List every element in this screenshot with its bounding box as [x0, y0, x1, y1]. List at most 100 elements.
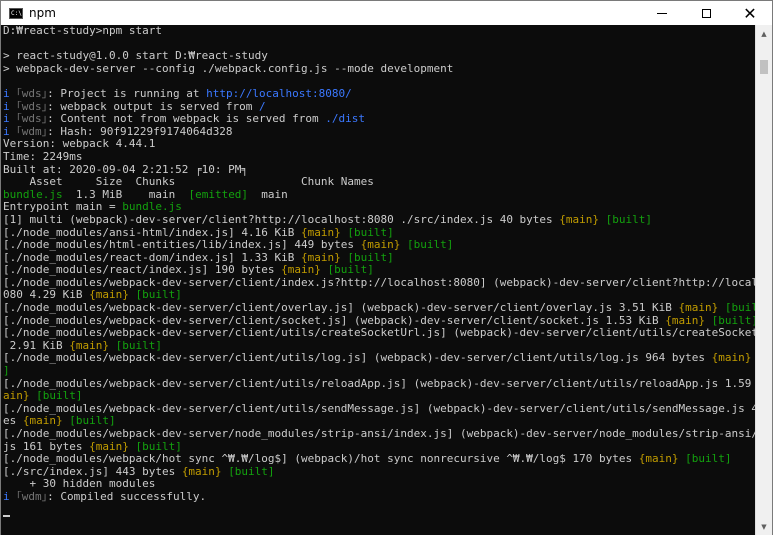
maximize-icon[interactable] [684, 1, 728, 25]
terminal-text-segment: es [3, 415, 23, 428]
terminal-text-segment: [built] [135, 289, 182, 302]
terminal-line: [./node_modules/webpack-dev-server/clien… [3, 277, 756, 290]
terminal-text-segment: [./node_modules/webpack-dev-server/clien… [3, 377, 756, 390]
terminal-text-segment: [./node_modules/webpack-dev-server/clien… [3, 327, 756, 340]
terminal-text-segment: ] [3, 365, 10, 378]
terminal-text-segment: {main} [69, 339, 109, 352]
terminal-text-segment: ｢wds｣ [16, 113, 48, 126]
terminal-line: > react-study@1.0.0 start D:₩react-study [3, 50, 756, 63]
terminal-text-segment: [built] [115, 339, 162, 352]
terminal-line: [./node_modules/webpack-dev-server/clien… [3, 378, 756, 391]
terminal-text-segment: [./node_modules/webpack-dev-server/clien… [3, 402, 756, 415]
terminal-text-segment: Asset Size Chunks Chunk Names [3, 176, 374, 189]
terminal-line: i ｢wds｣: Content not from webpack is ser… [3, 113, 756, 126]
terminal-text-segment: {main} [22, 415, 63, 428]
text-cursor [3, 515, 10, 517]
vertical-scrollbar[interactable]: ▲ ▼ [755, 25, 772, 535]
terminal-text-segment: [./node_modules/webpack-dev-server/clien… [3, 302, 679, 315]
terminal-text-segment: [built] [135, 440, 182, 453]
terminal-text-segment: 1.3 MiB main [62, 188, 189, 201]
terminal-line: [./node_modules/webpack-dev-server/clien… [3, 403, 756, 416]
terminal-line: [./node_modules/react-dom/index.js] 1.33… [3, 252, 756, 265]
terminal-text-segment: [built] [36, 390, 83, 403]
scroll-up-icon[interactable]: ▲ [756, 25, 772, 42]
terminal-line: [./node_modules/webpack-dev-server/clien… [3, 327, 756, 340]
terminal-text-segment: ｢wdm｣ [16, 125, 48, 138]
terminal-line: ain} [built] [3, 390, 756, 403]
terminal-text-segment: [./node_modules/webpack-dev-server/clien… [3, 276, 756, 289]
terminal-text-segment: [built] [347, 226, 394, 239]
terminal-text-segment: : Content not from webpack is served fro… [47, 113, 326, 126]
terminal-text-segment: [./node_modules/react-dom/index.js] 1.33… [3, 251, 302, 264]
terminal-text-segment: [./node_modules/webpack-dev-server/clien… [3, 352, 712, 365]
terminal-text-segment: [built] [69, 415, 116, 428]
close-icon[interactable]: ✕ [728, 1, 772, 25]
terminal-line: [./node_modules/ansi-html/index.js] 4.16… [3, 227, 756, 240]
terminal-text-segment: Version: webpack 4.44.1 [3, 138, 156, 151]
terminal-line: Version: webpack 4.44.1 [3, 138, 756, 151]
terminal-text-segment: > webpack-dev-server --config ./webpack.… [3, 62, 454, 75]
terminal-text-segment: {main} [678, 302, 719, 315]
terminal-text-segment: > react-study@1.0.0 start D:₩react-study [3, 50, 268, 63]
terminal-text-segment: [./node_modules/webpack-dev-server/clien… [3, 314, 666, 327]
terminal-text-segment: [./node_modules/html-entities/lib/index.… [3, 239, 361, 252]
terminal-text-segment: + 30 hidden modules [3, 478, 156, 491]
terminal-text-segment: {main} [181, 465, 222, 478]
terminal-line: D:₩react-study>npm start [3, 25, 756, 38]
terminal-line: 080 4.29 KiB {main} [built] [3, 289, 756, 302]
terminal-text-segment: [built] [228, 465, 275, 478]
terminal-text-segment: [./node_modules/webpack/hot sync ^₩.₩/lo… [3, 453, 639, 466]
terminal-text-segment: i [3, 490, 17, 503]
title-bar[interactable]: C:\ npm ✕ [1, 1, 772, 25]
terminal-line: bundle.js 1.3 MiB main [emitted] main [3, 189, 756, 202]
terminal-text-segment: {main} [559, 213, 600, 226]
terminal-text-segment: : Project is running at [47, 87, 207, 100]
window-title: npm [29, 6, 56, 20]
minimize-icon[interactable] [640, 1, 684, 25]
terminal-line: i ｢wds｣: Project is running at http://lo… [3, 88, 756, 101]
terminal-text-segment: Time: 2249ms [3, 150, 83, 163]
terminal-line: Built at: 2020-09-04 2:21:52 ╒10: PM╕ [3, 164, 756, 177]
terminal-line: [./node_modules/webpack-dev-server/node_… [3, 428, 756, 441]
terminal-text-segment: i [3, 125, 17, 138]
terminal-text-segment: ｢wds｣ [16, 87, 48, 100]
terminal-text-segment: {main} [89, 289, 129, 302]
terminal-line: [./node_modules/html-entities/lib/index.… [3, 239, 756, 252]
terminal-line: [./node_modules/react/index.js] 190 byte… [3, 264, 756, 277]
terminal-text-segment: Built at: 2020-09-04 2:21:52 ╒10: PM╕ [3, 163, 249, 176]
terminal-text-segment: [built] [347, 251, 394, 264]
window-controls: ✕ [640, 1, 772, 25]
terminal-line: es {main} [built] [3, 415, 756, 428]
terminal-line: Entrypoint main = bundle.js [3, 201, 756, 214]
terminal-text-segment: [./node_modules/ansi-html/index.js] 4.16… [3, 226, 302, 239]
terminal-output[interactable]: D:₩react-study>npm start > react-study@1.… [1, 25, 756, 535]
terminal-line: 2.91 KiB {main} [built] [3, 340, 756, 353]
terminal-text-segment: {main} [711, 352, 752, 365]
terminal-line: [1] multi (webpack)-dev-server/client?ht… [3, 214, 756, 227]
terminal-line: [./node_modules/webpack-dev-server/clien… [3, 352, 756, 365]
terminal-line: ] [3, 365, 756, 378]
cmd-icon: C:\ [9, 7, 23, 19]
terminal-text-segment: i [3, 113, 17, 126]
terminal-text-segment: 080 4.29 KiB [3, 289, 90, 302]
terminal-line: Asset Size Chunks Chunk Names [3, 176, 756, 189]
terminal-text-segment: [built] [711, 314, 756, 327]
terminal-line: [./src/index.js] 443 bytes {main} [built… [3, 466, 756, 479]
terminal-text-segment: [emitted] [188, 188, 249, 201]
scroll-down-icon[interactable]: ▼ [756, 518, 772, 535]
terminal-text-segment: {main} [360, 239, 401, 252]
scroll-thumb[interactable] [760, 60, 768, 74]
terminal-text-segment: [built] [685, 453, 732, 466]
console-window: C:\ npm ✕ D:₩react-study>npm start > reac… [0, 0, 773, 535]
terminal-line: [./node_modules/webpack-dev-server/clien… [3, 302, 756, 315]
terminal-text-segment: {main} [301, 251, 341, 264]
terminal-text-segment: ./dist [325, 113, 366, 126]
terminal-text-segment: [./node_modules/react/index.js] 190 byte… [3, 264, 282, 277]
terminal-text-segment: {main} [281, 264, 321, 277]
